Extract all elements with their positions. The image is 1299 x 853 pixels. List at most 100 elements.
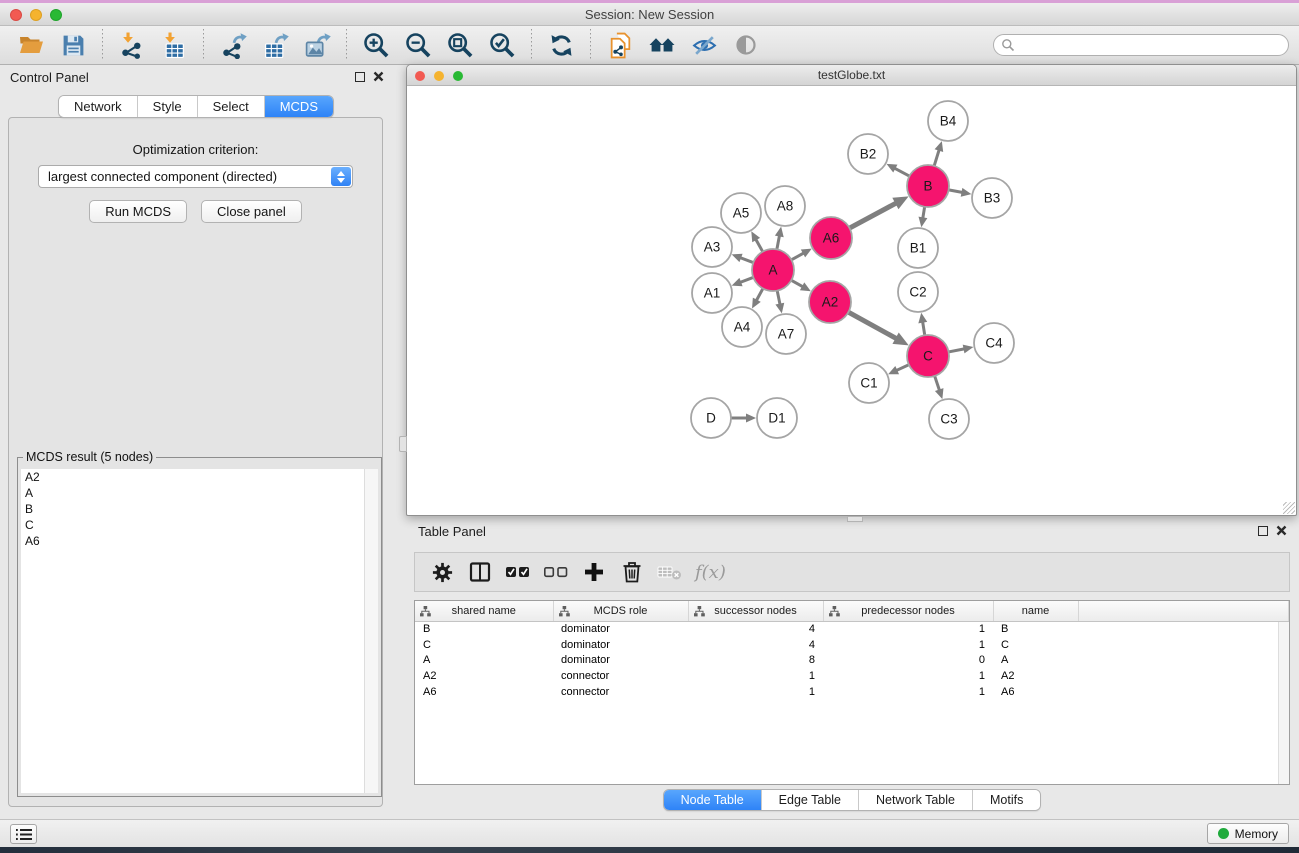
tab-motifs[interactable]: Motifs bbox=[972, 790, 1040, 810]
resize-grip[interactable] bbox=[1283, 502, 1295, 514]
birdseye-icon[interactable] bbox=[729, 28, 763, 62]
graph-node-A3[interactable]: A3 bbox=[692, 227, 732, 267]
show-columns-icon[interactable] bbox=[463, 557, 497, 587]
graph-node-D[interactable]: D bbox=[691, 398, 731, 438]
node-table[interactable]: shared nameMCDS rolesuccessor nodesprede… bbox=[415, 601, 1289, 700]
graph-node-A6[interactable]: A6 bbox=[810, 217, 852, 259]
table-cell[interactable]: B bbox=[993, 621, 1078, 637]
table-cell[interactable]: 4 bbox=[688, 637, 823, 653]
zoom-in-icon[interactable] bbox=[359, 28, 393, 62]
table-cell[interactable]: 1 bbox=[823, 637, 993, 653]
table-cell[interactable]: 1 bbox=[823, 668, 993, 684]
graph-node-A7[interactable]: A7 bbox=[766, 314, 806, 354]
graph-node-B1[interactable]: B1 bbox=[898, 228, 938, 268]
hide-eye-icon[interactable] bbox=[687, 28, 721, 62]
home-icon[interactable] bbox=[645, 28, 679, 62]
float-panel-icon[interactable] bbox=[355, 72, 365, 82]
table-cell[interactable]: A6 bbox=[993, 684, 1078, 700]
column-header-MCDS-role[interactable]: MCDS role bbox=[553, 601, 688, 621]
close-panel-icon[interactable] bbox=[1276, 525, 1287, 536]
split-handle[interactable] bbox=[847, 516, 863, 522]
zoom-fit-icon[interactable] bbox=[443, 28, 477, 62]
table-cell[interactable]: B bbox=[415, 621, 553, 637]
close-panel-icon[interactable] bbox=[373, 71, 384, 82]
graph-node-A8[interactable]: A8 bbox=[765, 186, 805, 226]
tab-node-table[interactable]: Node Table bbox=[664, 790, 761, 810]
float-panel-icon[interactable] bbox=[1258, 526, 1268, 536]
tab-network-table[interactable]: Network Table bbox=[858, 790, 972, 810]
table-cell[interactable]: A bbox=[415, 653, 553, 669]
table-cell[interactable]: 4 bbox=[688, 621, 823, 637]
graph-edge-A2-C[interactable] bbox=[847, 311, 898, 339]
graph-node-A1[interactable]: A1 bbox=[692, 273, 732, 313]
search-field[interactable] bbox=[993, 34, 1289, 56]
graph-node-A4[interactable]: A4 bbox=[722, 307, 762, 347]
import-network-icon[interactable] bbox=[115, 28, 149, 62]
column-header-predecessor-nodes[interactable]: predecessor nodes bbox=[823, 601, 993, 621]
graph-node-C2[interactable]: C2 bbox=[898, 272, 938, 312]
graph-node-A5[interactable]: A5 bbox=[721, 193, 761, 233]
table-cell[interactable]: 1 bbox=[688, 668, 823, 684]
table-cell[interactable]: 1 bbox=[823, 684, 993, 700]
task-history-button[interactable] bbox=[10, 824, 37, 844]
table-cell[interactable]: A2 bbox=[993, 668, 1078, 684]
network-window-titlebar[interactable]: testGlobe.txt bbox=[407, 65, 1296, 86]
table-cell[interactable]: A bbox=[993, 653, 1078, 669]
tab-network[interactable]: Network bbox=[59, 96, 137, 117]
graph-node-D1[interactable]: D1 bbox=[757, 398, 797, 438]
graph-node-C1[interactable]: C1 bbox=[849, 363, 889, 403]
column-header-successor-nodes[interactable]: successor nodes bbox=[688, 601, 823, 621]
column-header-name[interactable]: name bbox=[993, 601, 1078, 621]
column-header-shared-name[interactable]: shared name bbox=[415, 601, 553, 621]
result-item[interactable]: A6 bbox=[21, 533, 364, 549]
graph-node-B3[interactable]: B3 bbox=[972, 178, 1012, 218]
deselect-all-icon[interactable] bbox=[539, 557, 573, 587]
open-folder-icon[interactable] bbox=[14, 28, 48, 62]
table-cell[interactable]: 1 bbox=[823, 621, 993, 637]
zoom-out-icon[interactable] bbox=[401, 28, 435, 62]
table-cell[interactable]: connector bbox=[553, 668, 688, 684]
table-cell[interactable]: dominator bbox=[553, 637, 688, 653]
table-row[interactable]: A2connector11A2 bbox=[415, 668, 1289, 684]
table-cell[interactable]: A6 bbox=[415, 684, 553, 700]
memory-button[interactable]: Memory bbox=[1207, 823, 1289, 844]
graph-node-C4[interactable]: C4 bbox=[974, 323, 1014, 363]
graph-node-C[interactable]: C bbox=[907, 335, 949, 377]
table-cell[interactable]: C bbox=[415, 637, 553, 653]
graph-node-C3[interactable]: C3 bbox=[929, 399, 969, 439]
graph-node-A[interactable]: A bbox=[752, 249, 794, 291]
table-row[interactable]: Bdominator41B bbox=[415, 621, 1289, 637]
export-network-icon[interactable] bbox=[216, 28, 250, 62]
copy-network-view-icon[interactable] bbox=[603, 28, 637, 62]
table-cell[interactable]: dominator bbox=[553, 653, 688, 669]
graph-edge-B-B4[interactable] bbox=[934, 149, 940, 168]
search-input[interactable] bbox=[1015, 36, 1288, 54]
zoom-selected-icon[interactable] bbox=[485, 28, 519, 62]
result-item[interactable]: A2 bbox=[21, 469, 364, 485]
table-cell[interactable]: 1 bbox=[688, 684, 823, 700]
delete-column-trash-icon[interactable] bbox=[615, 557, 649, 587]
network-graph[interactable]: B4B2BB3A5A8A6A3AB1A1A2C2A4A7C4CC1DD1C3 bbox=[407, 86, 1296, 515]
tab-select[interactable]: Select bbox=[197, 96, 264, 117]
run-mcds-button[interactable]: Run MCDS bbox=[89, 200, 187, 223]
graph-node-B[interactable]: B bbox=[907, 165, 949, 207]
table-cell[interactable]: A2 bbox=[415, 668, 553, 684]
export-table-icon[interactable] bbox=[258, 28, 292, 62]
tab-edge-table[interactable]: Edge Table bbox=[761, 790, 858, 810]
titlebar[interactable]: Session: New Session bbox=[0, 3, 1299, 26]
result-item[interactable]: C bbox=[21, 517, 364, 533]
graph-node-B2[interactable]: B2 bbox=[848, 134, 888, 174]
tab-style[interactable]: Style bbox=[137, 96, 197, 117]
table-cell[interactable]: C bbox=[993, 637, 1078, 653]
graph-edge-A6-B[interactable] bbox=[848, 203, 897, 229]
table-row[interactable]: A6connector11A6 bbox=[415, 684, 1289, 700]
table-cell[interactable]: connector bbox=[553, 684, 688, 700]
table-row[interactable]: Adominator80A bbox=[415, 653, 1289, 669]
select-all-icon[interactable] bbox=[501, 557, 535, 587]
graph-node-B4[interactable]: B4 bbox=[928, 101, 968, 141]
result-scrollbar[interactable] bbox=[364, 469, 378, 793]
criterion-dropdown[interactable]: largest connected component (directed) bbox=[38, 165, 353, 188]
import-table-icon[interactable] bbox=[157, 28, 191, 62]
refresh-icon[interactable] bbox=[544, 28, 578, 62]
table-cell[interactable]: dominator bbox=[553, 621, 688, 637]
